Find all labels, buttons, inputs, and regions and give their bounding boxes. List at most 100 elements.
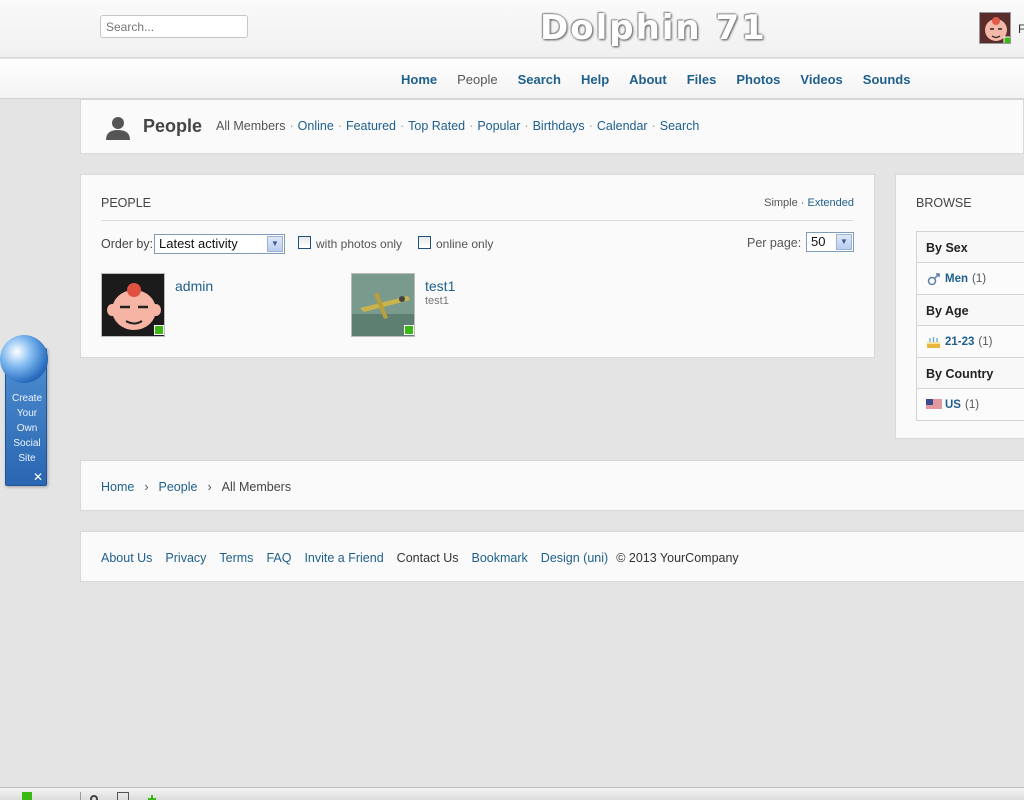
member-avatar[interactable] xyxy=(101,273,165,337)
footer-link-about-us[interactable]: About Us xyxy=(101,551,152,565)
with-photos-label[interactable]: with photos only xyxy=(316,237,402,251)
browse-link-men[interactable]: Men xyxy=(945,273,968,285)
submenu-online[interactable]: Online xyxy=(298,119,334,133)
breadcrumb: Home › People › All Members xyxy=(101,480,291,494)
browse-item-age[interactable]: 21-23 (1) xyxy=(917,326,1024,357)
footer-link-design[interactable]: Design (uni) xyxy=(541,551,608,565)
site-logo[interactable]: Dolphin 71 xyxy=(540,8,767,48)
page-title: People xyxy=(143,116,203,136)
online-status-indicator xyxy=(154,325,164,335)
male-icon xyxy=(926,272,941,285)
menu-item-home[interactable]: Home xyxy=(391,72,447,87)
promo-text[interactable]: Create Your Own Social Site xyxy=(6,391,48,466)
member-subtitle: test1 xyxy=(425,295,449,307)
browse-item-men[interactable]: Men (1) xyxy=(917,263,1024,294)
submenu-separator: · xyxy=(399,119,405,133)
browse-header-age: By Age xyxy=(917,295,1024,326)
submenu-birthdays[interactable]: Birthdays xyxy=(533,119,585,133)
submenu-top-rated[interactable]: Top Rated xyxy=(408,119,465,133)
breadcrumb-separator: › xyxy=(144,480,149,494)
member-name[interactable]: test1 xyxy=(425,278,455,294)
breadcrumb-current: All Members xyxy=(221,480,292,494)
bottom-toolbar xyxy=(0,787,1024,800)
order-by-value: Latest activity xyxy=(159,236,238,251)
submenu-featured[interactable]: Featured xyxy=(346,119,396,133)
menu-item-videos[interactable]: Videos xyxy=(790,72,852,87)
add-icon[interactable] xyxy=(148,792,156,800)
footer-link-privacy[interactable]: Privacy xyxy=(165,551,206,565)
footer-link-bookmark[interactable]: Bookmark xyxy=(472,551,528,565)
divider xyxy=(80,792,81,800)
submenu: All Members · Online · Featured · Top Ra… xyxy=(216,119,699,133)
submenu-all-members[interactable]: All Members xyxy=(216,119,285,133)
browse-box-title: BROWSE xyxy=(916,196,972,210)
submenu-separator: · xyxy=(651,119,656,133)
breadcrumb-box: Home › People › All Members xyxy=(80,460,1024,511)
menu-item-files[interactable]: Files xyxy=(677,72,727,87)
divider xyxy=(101,220,854,221)
browse-link-age[interactable]: 21-23 xyxy=(945,336,974,348)
chevron-down-icon: ▼ xyxy=(836,234,852,250)
submenu-calendar[interactable]: Calendar xyxy=(597,119,648,133)
menu-item-people[interactable]: People xyxy=(447,72,507,87)
footer-link-invite-friend[interactable]: Invite a Friend xyxy=(304,551,383,565)
online-status-icon[interactable] xyxy=(22,792,32,800)
submenu-separator: · xyxy=(289,119,294,133)
submenu-popular[interactable]: Popular xyxy=(477,119,520,133)
member-name[interactable]: admin xyxy=(175,278,213,294)
top-bar: Dolphin 71 F xyxy=(0,0,1024,58)
view-separator: · xyxy=(797,197,808,209)
per-page-select[interactable]: 50 ▼ xyxy=(806,232,854,252)
copyright: © 2013 YourCompany xyxy=(616,551,739,565)
browse-header-sex: By Sex xyxy=(917,232,1024,263)
breadcrumb-separator: › xyxy=(207,480,212,494)
browse-section-sex: By Sex Men (1) xyxy=(916,231,1024,295)
chevron-down-icon: ▼ xyxy=(267,236,283,252)
breadcrumb-home[interactable]: Home xyxy=(101,480,134,494)
us-flag-icon xyxy=(926,398,942,411)
promo-widget[interactable]: Create Your Own Social Site ✕ xyxy=(0,335,48,486)
menu-item-photos[interactable]: Photos xyxy=(726,72,790,87)
view-extended-link[interactable]: Extended xyxy=(808,197,854,209)
footer-link-faq[interactable]: FAQ xyxy=(266,551,291,565)
online-only-label[interactable]: online only xyxy=(436,237,493,251)
menu-item-help[interactable]: Help xyxy=(571,72,619,87)
birthday-cake-icon xyxy=(926,336,941,348)
per-page-label: Per page: xyxy=(747,236,802,250)
main-menu: Home People Search Help About Files Phot… xyxy=(0,59,1024,99)
view-switch: Simple · Extended xyxy=(764,197,854,209)
people-box: PEOPLE Simple · Extended Order by: Lates… xyxy=(80,174,875,358)
member-avatar[interactable] xyxy=(351,273,415,337)
view-simple-link[interactable]: Simple xyxy=(764,197,798,209)
submenu-search[interactable]: Search xyxy=(660,119,700,133)
breadcrumb-people[interactable]: People xyxy=(159,480,198,494)
footer-links: About Us Privacy Terms FAQ Invite a Frie… xyxy=(101,551,739,565)
browse-link-us[interactable]: US xyxy=(945,399,961,411)
browse-item-us[interactable]: US (1) xyxy=(917,389,1024,420)
footer-link-contact-us[interactable]: Contact Us xyxy=(397,551,459,565)
footer-link-terms[interactable]: Terms xyxy=(219,551,253,565)
browse-section-age: By Age 21-23 (1) xyxy=(916,294,1024,358)
order-by-select[interactable]: Latest activity ▼ xyxy=(154,234,285,254)
browse-header-country: By Country xyxy=(917,358,1024,389)
with-photos-checkbox[interactable] xyxy=(298,236,311,249)
menu-item-sounds[interactable]: Sounds xyxy=(853,72,921,87)
globe-icon xyxy=(0,335,48,383)
online-status-indicator xyxy=(404,325,414,335)
search-input[interactable] xyxy=(100,15,248,38)
page-header: People All Members · Online · Featured ·… xyxy=(80,99,1024,154)
browse-count: (1) xyxy=(964,398,980,411)
user-avatar[interactable] xyxy=(979,12,1011,44)
menu-item-search[interactable]: Search xyxy=(508,72,571,87)
browse-box: BROWSE By Sex Men (1) By Age 21-23 (1) B… xyxy=(895,174,1024,439)
online-only-checkbox[interactable] xyxy=(418,236,431,249)
menu-item-about[interactable]: About xyxy=(619,72,677,87)
submenu-separator: · xyxy=(469,119,474,133)
order-by-label: Order by: xyxy=(101,237,154,251)
gear-icon[interactable] xyxy=(89,792,99,800)
mail-icon[interactable] xyxy=(117,792,129,800)
close-icon[interactable]: ✕ xyxy=(33,470,43,484)
per-page-value: 50 xyxy=(811,234,826,249)
browse-count: (1) xyxy=(978,335,993,348)
user-name[interactable]: F xyxy=(1018,22,1024,36)
